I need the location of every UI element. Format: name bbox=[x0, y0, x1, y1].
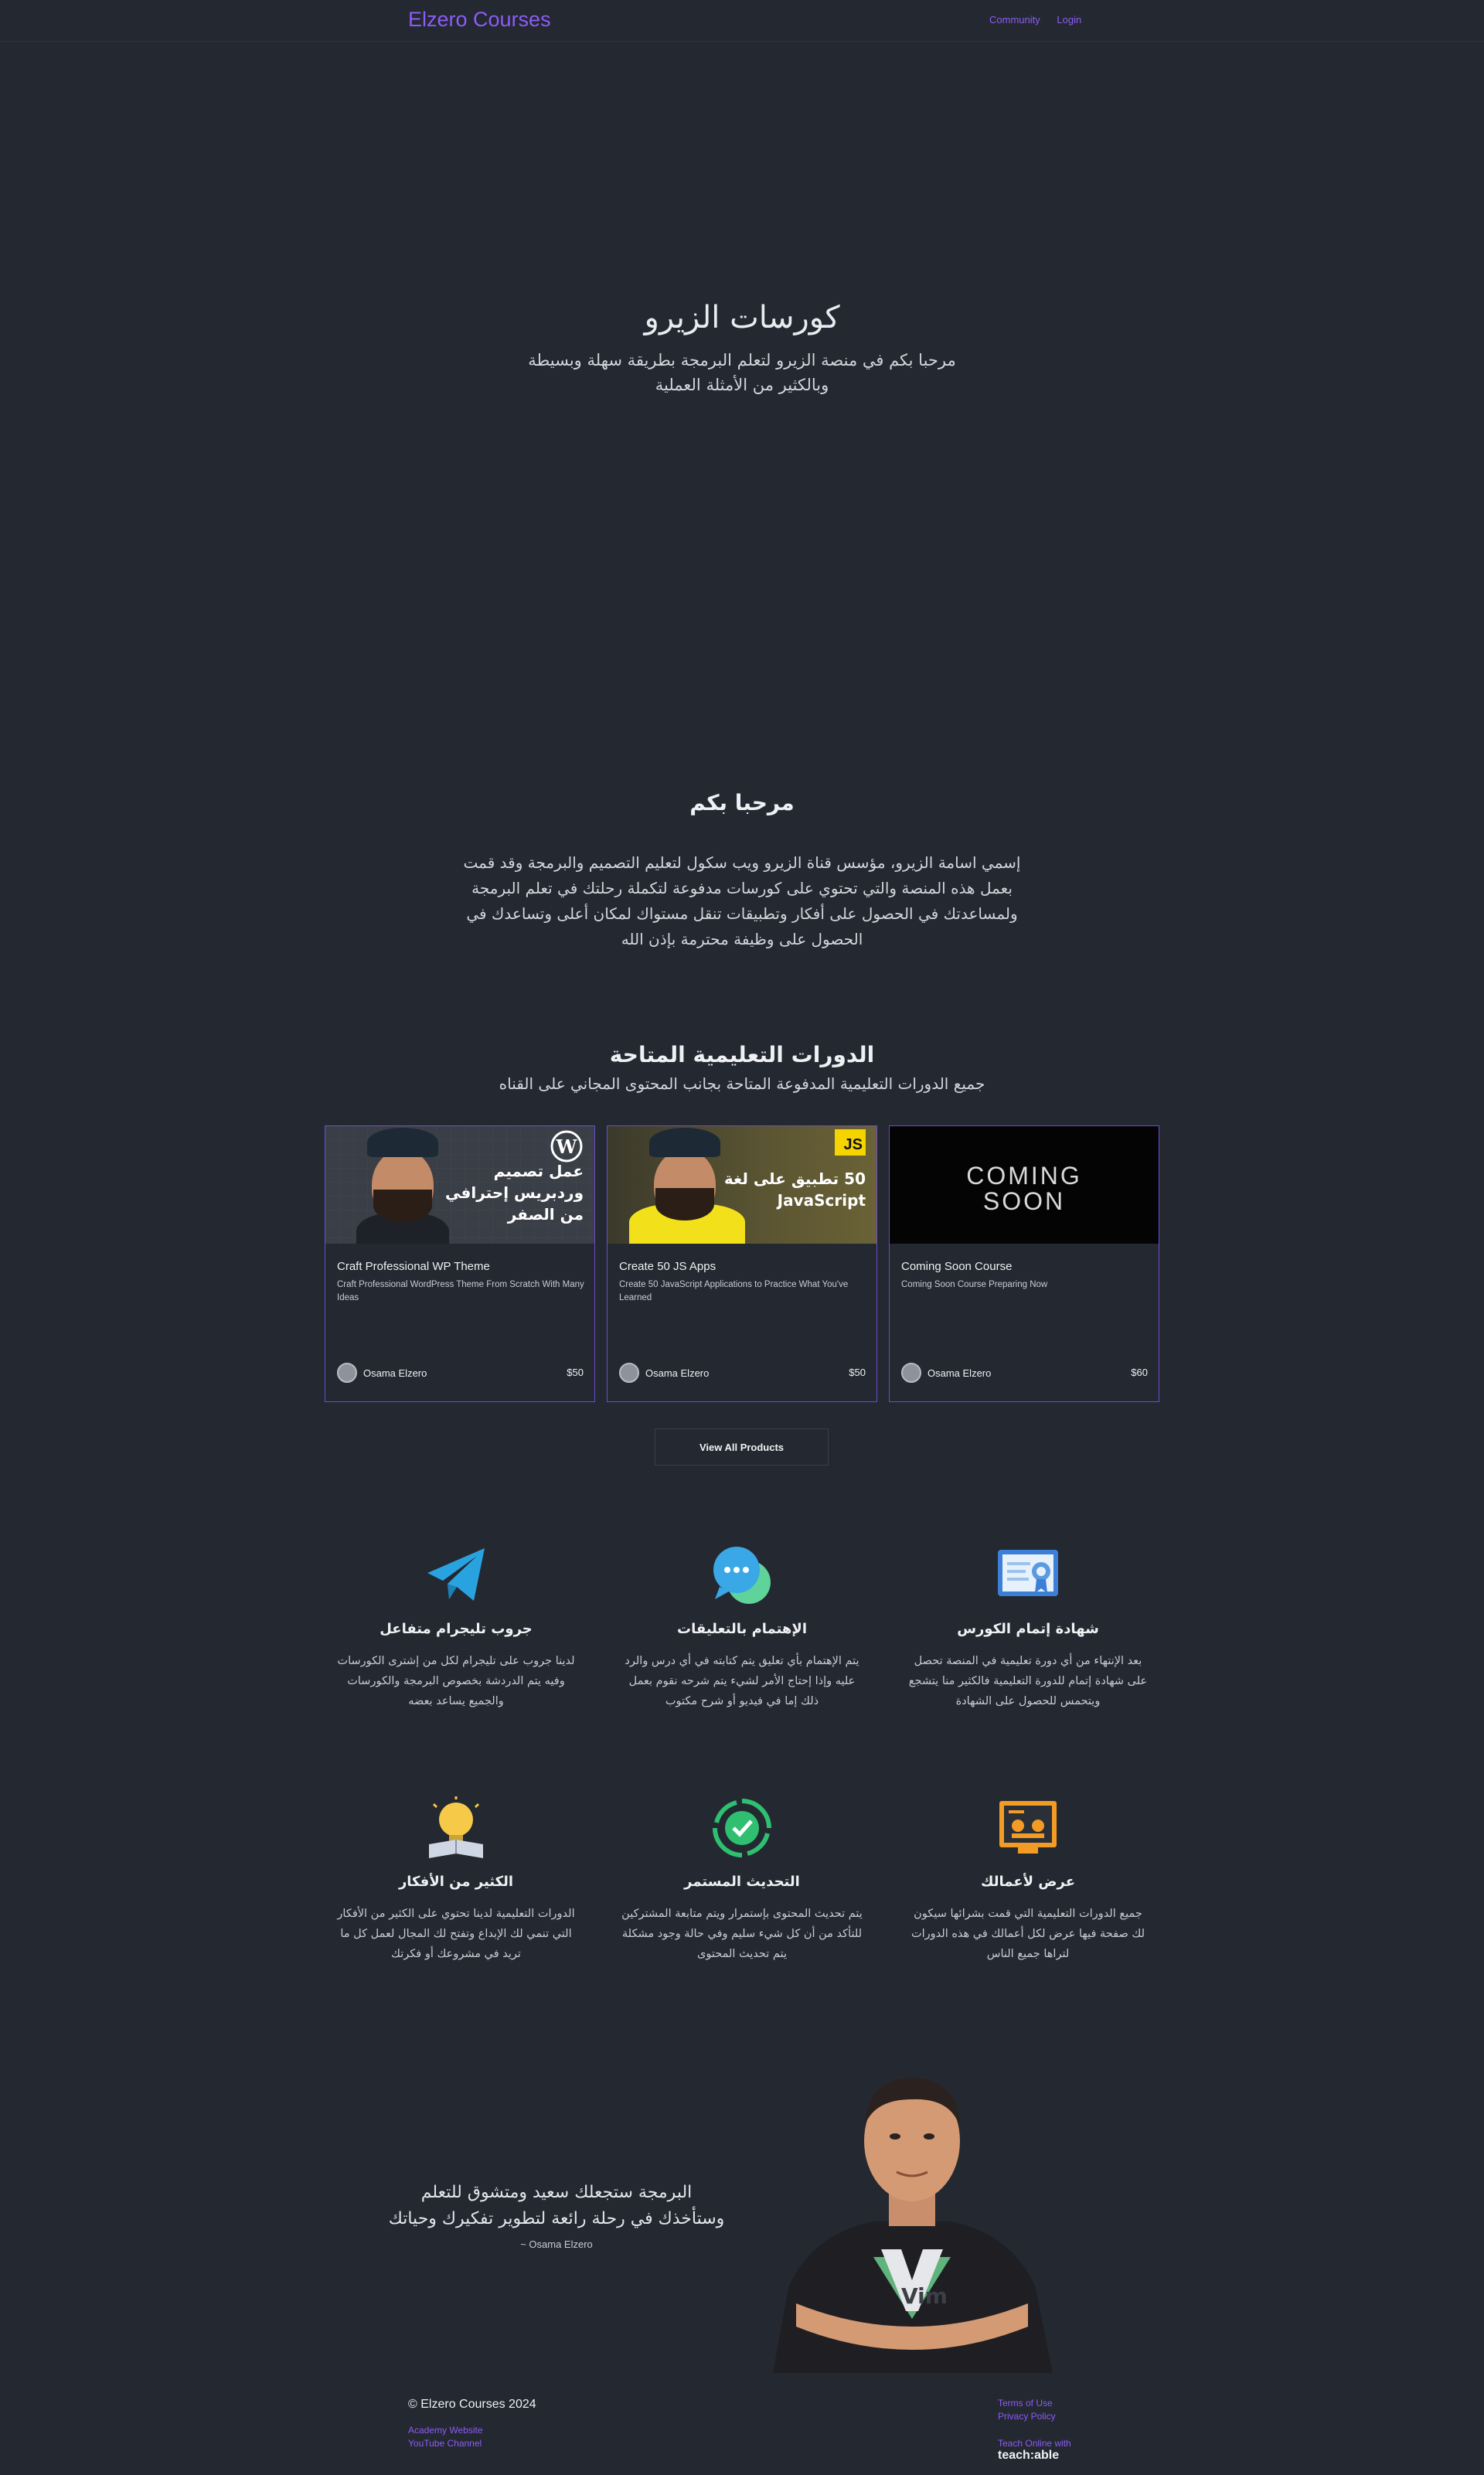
author-name: Osama Elzero bbox=[645, 1367, 710, 1379]
course-title[interactable]: Create 50 JS Apps bbox=[619, 1260, 716, 1273]
course-price: $50 bbox=[567, 1367, 584, 1378]
refresh-icon bbox=[709, 1795, 775, 1861]
author-name: Osama Elzero bbox=[928, 1367, 992, 1379]
feature-comments: الإهتمام بالتعليقات يتم الإهتمام بأي تعل… bbox=[611, 1542, 873, 1711]
course-description: Create 50 JavaScript Applications to Pra… bbox=[619, 1280, 849, 1302]
courses-subtitle: جميع الدورات التعليمية المدفوعة المتاحة … bbox=[499, 1074, 985, 1093]
thumbnail-text: عمل تصميم وردبريس إحترافي من الصفر bbox=[445, 1162, 584, 1224]
course-description: Craft Professional WordPress Theme From … bbox=[337, 1280, 584, 1302]
nav-login-link[interactable]: Login bbox=[1057, 14, 1081, 26]
feature-telegram: جروب تليجرام متفاعل لدينا جروب على تليجر… bbox=[325, 1542, 587, 1711]
author-name: Osama Elzero bbox=[363, 1367, 427, 1379]
svg-text:W: W bbox=[556, 1135, 578, 1158]
course-card-coming-soon[interactable]: COMING SOON Coming Soon Course Coming So… bbox=[889, 1125, 1159, 1402]
courses-title: الدورات التعليمية المتاحة bbox=[609, 1042, 875, 1067]
avatar bbox=[337, 1363, 357, 1383]
course-author: Osama Elzero bbox=[619, 1362, 709, 1384]
svg-text:Vim: Vim bbox=[901, 2283, 948, 2309]
avatar bbox=[619, 1363, 639, 1383]
academy-website-link[interactable]: Academy Website bbox=[408, 2425, 483, 2436]
js-badge: JS bbox=[835, 1129, 866, 1156]
feature-ideas: الكثير من الأفكار الدورات التعليمية لدين… bbox=[325, 1795, 587, 1964]
coming-soon-text: COMING SOON bbox=[966, 1162, 1082, 1215]
feature-text: يتم تحديث المحتوى بإستمرار ويتم متابعة ا… bbox=[621, 1908, 863, 1960]
feature-title: شهادة إتمام الكورس bbox=[957, 1621, 1099, 1637]
presentation-icon bbox=[995, 1795, 1061, 1861]
course-thumbnail[interactable]: W عمل تصميم وردبريس إحترافي من الصفر bbox=[325, 1126, 594, 1244]
lightbulb-icon bbox=[423, 1795, 489, 1861]
comments-icon bbox=[709, 1542, 775, 1609]
course-title[interactable]: Craft Professional WP Theme bbox=[337, 1260, 490, 1273]
quote-author: ~ Osama Elzero bbox=[520, 2238, 593, 2250]
feature-text: يتم الإهتمام بأي تعليق يتم كتابته في أي … bbox=[625, 1655, 859, 1707]
thumbnail-text: 50 تطبيق على لغة JavaScript bbox=[723, 1169, 866, 1210]
course-price: $60 bbox=[1131, 1367, 1148, 1378]
youtube-channel-link[interactable]: YouTube Channel bbox=[408, 2438, 482, 2449]
course-title[interactable]: Coming Soon Course bbox=[901, 1260, 1012, 1273]
feature-showcase: عرض لأعمالك جميع الدورات التعليمية التي … bbox=[897, 1795, 1159, 1964]
author-photo: Vim bbox=[765, 2056, 1059, 2373]
course-thumbnail[interactable]: JS 50 تطبيق على لغة JavaScript bbox=[608, 1126, 876, 1244]
quote-text: البرمجة ستجعلك سعيد ومتشوق للتعلم وستأخذ… bbox=[388, 2183, 725, 2228]
wordpress-icon: W bbox=[550, 1130, 583, 1163]
feature-text: جميع الدورات التعليمية التي قمت بشرائها … bbox=[910, 1908, 1145, 1960]
teach-online-label[interactable]: Teach Online with bbox=[998, 2438, 1071, 2449]
privacy-policy-link[interactable]: Privacy Policy bbox=[998, 2411, 1056, 2422]
top-nav: Community Login bbox=[989, 14, 1095, 26]
teachable-logo[interactable]: teach:able bbox=[998, 2449, 1059, 2463]
course-card-js[interactable]: JS 50 تطبيق على لغة JavaScript Create 50… bbox=[607, 1125, 877, 1402]
feature-title: عرض لأعمالك bbox=[980, 1874, 1076, 1890]
course-author: Osama Elzero bbox=[901, 1362, 991, 1384]
feature-updates: التحديث المستمر يتم تحديث المحتوى بإستمر… bbox=[611, 1795, 873, 1964]
course-author: Osama Elzero bbox=[337, 1362, 427, 1384]
feature-title: التحديث المستمر bbox=[684, 1874, 800, 1890]
nav-community-link[interactable]: Community bbox=[989, 14, 1040, 26]
feature-text: الدورات التعليمية لدينا تحتوي على الكثير… bbox=[337, 1908, 575, 1960]
feature-title: الكثير من الأفكار bbox=[398, 1874, 514, 1890]
course-description: Coming Soon Course Preparing Now bbox=[901, 1280, 1048, 1289]
course-thumbnail[interactable]: COMING SOON bbox=[890, 1126, 1159, 1244]
avatar bbox=[901, 1363, 921, 1383]
site-header: Elzero Courses Community Login bbox=[0, 0, 1484, 42]
feature-text: لدينا جروب على تليجرام لكل من إشترى الكو… bbox=[337, 1655, 575, 1707]
hero-title: كورسات الزيرو bbox=[644, 300, 840, 335]
course-card-wp[interactable]: W عمل تصميم وردبريس إحترافي من الصفر Cra… bbox=[325, 1125, 595, 1402]
feature-certificate: شهادة إتمام الكورس بعد الإنتهاء من أي دو… bbox=[897, 1542, 1159, 1711]
welcome-text: إسمي اسامة الزيرو، مؤسس قناة الزيرو ويب … bbox=[463, 853, 1021, 948]
hero-subtitle: مرحبا بكم في منصة الزيرو لتعلم البرمجة ب… bbox=[528, 351, 956, 394]
brand-logo[interactable]: Elzero Courses bbox=[408, 8, 551, 32]
feature-title: جروب تليجرام متفاعل bbox=[380, 1621, 533, 1637]
site-footer: © Elzero Courses 2024 Academy Website Yo… bbox=[0, 2381, 1484, 2475]
feature-title: الإهتمام بالتعليقات bbox=[677, 1621, 807, 1637]
feature-text: بعد الإنتهاء من أي دورة تعليمية في المنص… bbox=[908, 1655, 1148, 1707]
copyright-text: © Elzero Courses 2024 bbox=[408, 2398, 536, 2411]
welcome-title: مرحبا بكم bbox=[689, 790, 795, 815]
terms-of-use-link[interactable]: Terms of Use bbox=[998, 2398, 1053, 2409]
course-price: $50 bbox=[849, 1367, 866, 1378]
telegram-icon bbox=[423, 1542, 489, 1609]
view-all-products-button[interactable]: View All Products bbox=[655, 1428, 829, 1466]
certificate-icon bbox=[995, 1542, 1061, 1609]
